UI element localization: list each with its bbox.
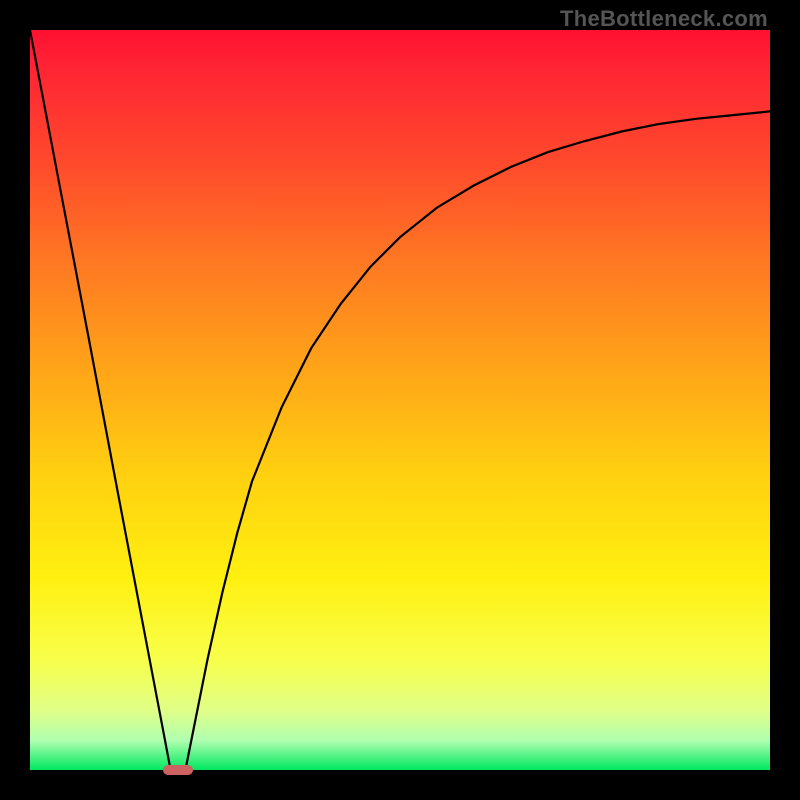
optimum-marker: [163, 765, 193, 775]
watermark-text: TheBottleneck.com: [560, 6, 768, 32]
bottleneck-curve: [30, 30, 770, 770]
plot-area: [30, 30, 770, 770]
